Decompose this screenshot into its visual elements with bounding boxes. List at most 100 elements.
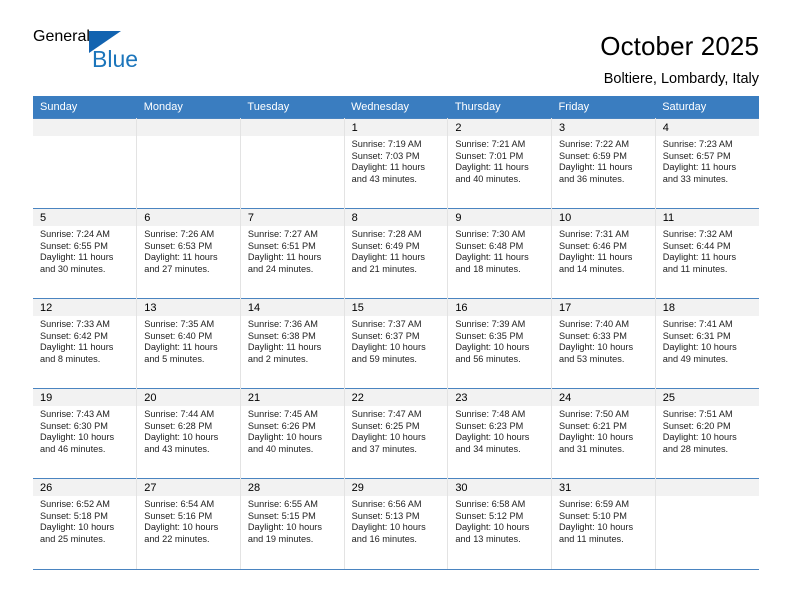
calendar-day-cell[interactable]: 24 Sunrise: 7:50 AM Sunset: 6:21 PM Dayligh… (551, 388, 656, 479)
daylight-line-2: and 43 minutes. (351, 173, 417, 184)
sunrise-time: Sunrise: 7:30 AM (455, 229, 526, 239)
sunrise-time: Sunrise: 6:59 AM (559, 499, 629, 509)
daylight-line-1: Daylight: 11 hours (559, 162, 633, 173)
day-number: 5 (33, 209, 137, 226)
sunrise-time: Sunrise: 7:24 AM (40, 229, 110, 239)
calendar-day-cell[interactable]: 28 Sunrise: 6:55 AM Sunset: 5:15 PM Dayligh… (240, 478, 345, 569)
sunrise-time: Sunrise: 7:21 AM (455, 139, 526, 149)
calendar-day-cell-empty (240, 118, 345, 209)
sunrise-time: Sunrise: 7:35 AM (144, 319, 215, 329)
sunset-time: Sunset: 6:20 PM (662, 420, 731, 431)
calendar-day-cell[interactable]: 5 Sunrise: 7:24 AM Sunset: 6:55 PM Daylight… (33, 208, 138, 299)
calendar-day-cell[interactable]: 4 Sunrise: 7:23 AM Sunset: 6:57 PM Daylight… (655, 118, 759, 209)
calendar-day-cell[interactable]: 8 Sunrise: 7:28 AM Sunset: 6:49 PM Daylight… (344, 208, 449, 299)
calendar-day-cell[interactable]: 18 Sunrise: 7:41 AM Sunset: 6:31 PM Dayligh… (655, 298, 759, 389)
day-details: Sunrise: 7:33 AM Sunset: 6:42 PM Daylight:… (33, 316, 136, 365)
calendar-day-cell-empty (655, 478, 759, 569)
day-number: 21 (240, 389, 344, 406)
calendar-day-cell[interactable]: 15 Sunrise: 7:37 AM Sunset: 6:37 PM Dayligh… (344, 298, 449, 389)
calendar-day-cell[interactable]: 19 Sunrise: 7:43 AM Sunset: 6:30 PM Dayligh… (33, 388, 138, 479)
daylight-line-1: Daylight: 10 hours (351, 342, 426, 353)
day-details: Sunrise: 6:58 AM Sunset: 5:12 PM Daylight:… (448, 496, 551, 545)
daylight-line-2: and 34 minutes. (455, 443, 521, 454)
calendar-day-cell[interactable]: 21 Sunrise: 7:45 AM Sunset: 6:26 PM Dayligh… (240, 388, 345, 479)
calendar-day-cell[interactable]: 29 Sunrise: 6:56 AM Sunset: 5:13 PM Dayligh… (344, 478, 449, 569)
calendar-day-cell[interactable]: 22 Sunrise: 7:47 AM Sunset: 6:25 PM Dayligh… (344, 388, 449, 479)
sunset-time: Sunset: 7:03 PM (351, 150, 420, 161)
general-blue-logo[interactable]: General Blue (33, 28, 183, 84)
calendar-day-cell[interactable]: 20 Sunrise: 7:44 AM Sunset: 6:28 PM Dayligh… (136, 388, 241, 479)
day-details: Sunrise: 7:48 AM Sunset: 6:23 PM Daylight:… (448, 406, 551, 455)
sunset-time: Sunset: 6:28 PM (144, 420, 213, 431)
day-details: Sunrise: 7:45 AM Sunset: 6:26 PM Daylight:… (241, 406, 344, 455)
day-details: Sunrise: 6:54 AM Sunset: 5:16 PM Daylight:… (137, 496, 240, 545)
daylight-line-2: and 56 minutes. (455, 353, 521, 364)
day-number: 2 (448, 119, 552, 136)
day-number: 24 (552, 389, 655, 406)
day-details: Sunrise: 6:52 AM Sunset: 5:18 PM Daylight:… (33, 496, 136, 545)
daylight-line-1: Daylight: 10 hours (351, 432, 426, 443)
daylight-line-2: and 11 minutes. (559, 533, 624, 544)
calendar-day-cell[interactable]: 16 Sunrise: 7:39 AM Sunset: 6:35 PM Dayligh… (447, 298, 553, 389)
daylight-line-2: and 40 minutes. (247, 443, 314, 454)
day-number: 8 (344, 209, 448, 226)
sunset-time: Sunset: 6:48 PM (455, 240, 524, 251)
calendar-day-cell[interactable]: 10 Sunrise: 7:31 AM Sunset: 6:46 PM Dayligh… (551, 208, 656, 299)
calendar-day-cell[interactable]: 17 Sunrise: 7:40 AM Sunset: 6:33 PM Dayligh… (551, 298, 656, 389)
calendar-day-cell[interactable]: 2 Sunrise: 7:21 AM Sunset: 7:01 PM Daylight… (447, 118, 553, 209)
daylight-line-2: and 24 minutes. (247, 263, 314, 274)
daylight-line-2: and 19 minutes. (247, 533, 314, 544)
sunrise-time: Sunrise: 7:37 AM (351, 319, 422, 329)
daylight-line-2: and 31 minutes. (559, 443, 625, 454)
daylight-line-1: Daylight: 10 hours (247, 432, 322, 443)
calendar-page: General Blue October 2025 Boltiere, Lomb… (0, 0, 792, 612)
sunset-time: Sunset: 6:26 PM (247, 420, 316, 431)
calendar-day-cell[interactable]: 25 Sunrise: 7:51 AM Sunset: 6:20 PM Dayligh… (655, 388, 759, 479)
sunrise-time: Sunrise: 6:58 AM (455, 499, 526, 509)
calendar-grid: Sunday Monday Tuesday Wednesday Thursday… (33, 96, 759, 569)
day-number: 27 (137, 479, 240, 496)
daylight-line-1: Daylight: 10 hours (455, 342, 530, 353)
calendar-day-cell[interactable]: 6 Sunrise: 7:26 AM Sunset: 6:53 PM Daylight… (136, 208, 241, 299)
calendar-day-cell[interactable]: 3 Sunrise: 7:22 AM Sunset: 6:59 PM Daylight… (551, 118, 656, 209)
day-details: Sunrise: 7:23 AM Sunset: 6:57 PM Daylight:… (656, 136, 759, 185)
weekday-header-row: Sunday Monday Tuesday Wednesday Thursday… (33, 96, 759, 119)
daylight-line-1: Daylight: 11 hours (40, 342, 114, 353)
day-details: Sunrise: 7:47 AM Sunset: 6:25 PM Daylight:… (345, 406, 448, 455)
calendar-day-cell[interactable]: 14 Sunrise: 7:36 AM Sunset: 6:38 PM Dayligh… (240, 298, 345, 389)
sunset-time: Sunset: 6:25 PM (351, 420, 420, 431)
calendar-bottom-rule (33, 568, 759, 570)
calendar-day-cell[interactable]: 26 Sunrise: 6:52 AM Sunset: 5:18 PM Dayligh… (33, 478, 138, 569)
day-details: Sunrise: 7:21 AM Sunset: 7:01 PM Daylight:… (448, 136, 551, 185)
sunrise-time: Sunrise: 7:32 AM (662, 229, 733, 239)
calendar-day-cell[interactable]: 31 Sunrise: 6:59 AM Sunset: 5:10 PM Dayligh… (551, 478, 656, 569)
sunrise-time: Sunrise: 7:51 AM (662, 409, 733, 419)
day-number: 30 (448, 479, 552, 496)
daylight-line-2: and 11 minutes. (662, 263, 728, 274)
daylight-line-1: Daylight: 11 hours (144, 342, 218, 353)
calendar-day-cell[interactable]: 12 Sunrise: 7:33 AM Sunset: 6:42 PM Dayligh… (33, 298, 138, 389)
sunrise-time: Sunrise: 6:56 AM (351, 499, 422, 509)
day-details: Sunrise: 7:35 AM Sunset: 6:40 PM Daylight:… (137, 316, 240, 365)
sunset-time: Sunset: 6:30 PM (40, 420, 108, 431)
daylight-line-2: and 30 minutes. (40, 263, 106, 274)
title-block: October 2025 Boltiere, Lombardy, Italy (600, 28, 759, 90)
daylight-line-2: and 22 minutes. (144, 533, 210, 544)
sunrise-time: Sunrise: 7:36 AM (247, 319, 318, 329)
sunset-time: Sunset: 6:23 PM (455, 420, 524, 431)
daylight-line-1: Daylight: 11 hours (455, 252, 529, 263)
page-subtitle: Boltiere, Lombardy, Italy (603, 71, 759, 87)
calendar-day-cell[interactable]: 30 Sunrise: 6:58 AM Sunset: 5:12 PM Dayligh… (447, 478, 553, 569)
day-number: 15 (344, 299, 448, 316)
calendar-day-cell[interactable]: 27 Sunrise: 6:54 AM Sunset: 5:16 PM Dayligh… (136, 478, 241, 569)
calendar-day-cell[interactable]: 11 Sunrise: 7:32 AM Sunset: 6:44 PM Dayligh… (655, 208, 759, 299)
calendar-day-cell[interactable]: 23 Sunrise: 7:48 AM Sunset: 6:23 PM Dayligh… (447, 388, 553, 479)
calendar-day-cell[interactable]: 13 Sunrise: 7:35 AM Sunset: 6:40 PM Dayligh… (136, 298, 241, 389)
sunset-time: Sunset: 5:16 PM (144, 510, 213, 521)
calendar-day-cell[interactable]: 7 Sunrise: 7:27 AM Sunset: 6:51 PM Daylight… (240, 208, 345, 299)
daylight-line-1: Daylight: 10 hours (40, 432, 115, 443)
sunrise-time: Sunrise: 6:55 AM (247, 499, 318, 509)
day-details: Sunrise: 7:28 AM Sunset: 6:49 PM Daylight:… (345, 226, 448, 275)
calendar-day-cell[interactable]: 1 Sunrise: 7:19 AM Sunset: 7:03 PM Daylight… (344, 118, 449, 209)
calendar-day-cell[interactable]: 9 Sunrise: 7:30 AM Sunset: 6:48 PM Daylight… (447, 208, 553, 299)
